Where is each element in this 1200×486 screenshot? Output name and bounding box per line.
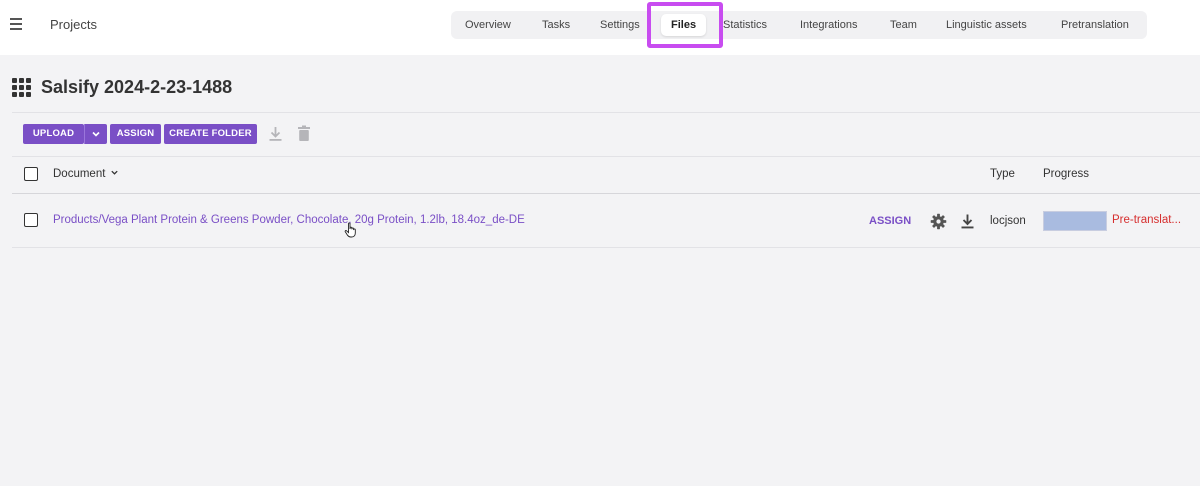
- trash-icon[interactable]: [297, 125, 311, 142]
- tab-pretranslation[interactable]: Pretranslation: [1061, 11, 1129, 39]
- progress-bar-fill: [1044, 212, 1106, 230]
- upload-button[interactable]: UPLOAD: [23, 124, 84, 144]
- upload-options-button[interactable]: [84, 124, 107, 144]
- create-folder-button[interactable]: CREATE FOLDER: [164, 124, 257, 144]
- document-column-header[interactable]: Document: [53, 168, 119, 180]
- row-assign-button[interactable]: ASSIGN: [869, 215, 911, 227]
- hand-cursor-icon: [344, 222, 356, 238]
- top-bar: Projects Overview Tasks Settings Files S…: [0, 0, 1200, 55]
- divider: [12, 247, 1200, 248]
- tab-linguistic-assets[interactable]: Linguistic assets: [946, 11, 1027, 39]
- divider: [12, 156, 1200, 157]
- row-checkbox[interactable]: [24, 213, 38, 227]
- tab-statistics[interactable]: Statistics: [723, 11, 767, 39]
- progress-bar: [1043, 211, 1107, 231]
- tab-settings[interactable]: Settings: [600, 11, 640, 39]
- assign-button[interactable]: ASSIGN: [110, 124, 161, 144]
- divider: [12, 193, 1200, 194]
- type-column-header: Type: [990, 168, 1015, 180]
- tab-tasks[interactable]: Tasks: [542, 11, 570, 39]
- apps-grid-icon: [12, 78, 32, 98]
- tab-integrations[interactable]: Integrations: [800, 11, 857, 39]
- tab-bar: Overview Tasks Settings Files Statistics…: [451, 11, 1147, 39]
- select-all-checkbox[interactable]: [24, 167, 38, 181]
- download-icon[interactable]: [960, 213, 975, 230]
- status-text: Pre-translat...: [1112, 214, 1182, 226]
- page-title: Salsify 2024-2-23-1488: [41, 77, 233, 97]
- download-icon[interactable]: [268, 126, 283, 142]
- gear-icon[interactable]: [930, 213, 947, 230]
- divider: [12, 112, 1200, 113]
- chevron-down-icon: [92, 131, 100, 137]
- file-type: locjson: [990, 215, 1026, 227]
- document-column-label: Document: [53, 168, 106, 180]
- tab-overview[interactable]: Overview: [465, 11, 511, 39]
- tab-team[interactable]: Team: [890, 11, 917, 39]
- progress-column-header: Progress: [1043, 168, 1090, 180]
- document-link[interactable]: Products/Vega Plant Protein & Greens Pow…: [53, 214, 525, 226]
- app-title: Projects: [50, 17, 97, 32]
- tab-files[interactable]: Files: [661, 14, 707, 36]
- chevron-down-icon: [110, 170, 118, 175]
- hamburger-menu-icon[interactable]: [10, 18, 22, 30]
